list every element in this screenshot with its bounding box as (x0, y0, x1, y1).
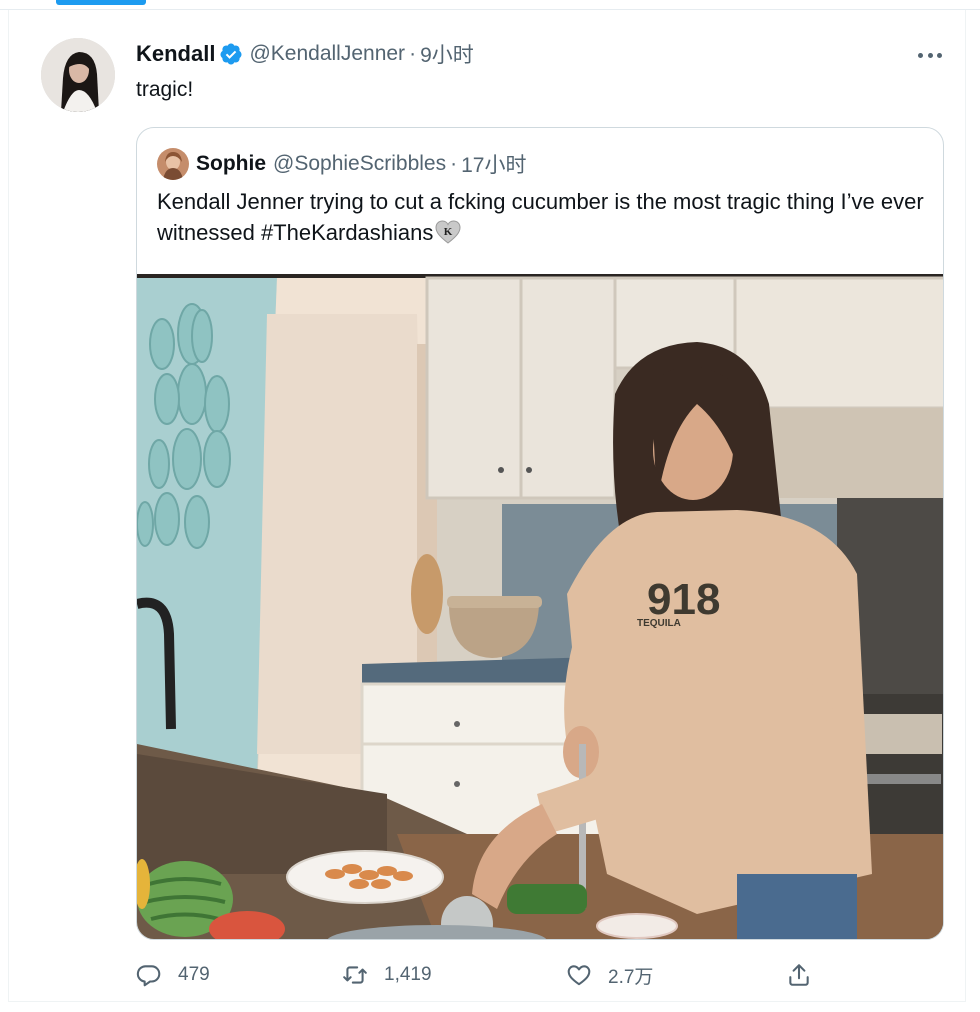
tweet-text: tragic! (136, 78, 194, 101)
quoted-tweet-timestamp: 17小时 (461, 154, 527, 177)
author-handle[interactable]: @KendallJenner (249, 42, 405, 66)
separator-dot: · (450, 152, 458, 175)
svg-text:K: K (444, 226, 453, 238)
svg-text:918: 918 (647, 575, 720, 624)
top-divider (0, 0, 980, 10)
like-button[interactable]: 2.7万 (566, 960, 653, 990)
reply-count: 479 (178, 964, 210, 985)
quoted-tweet-header: Sophie @SophieScribbles · 17小时 (157, 148, 527, 180)
tweet-header: Kendall @KendallJenner · 9小时 (136, 40, 474, 68)
more-icon[interactable] (915, 44, 945, 66)
share-icon (789, 964, 809, 986)
verified-badge-icon (220, 43, 242, 65)
quoted-tweet-photo[interactable]: 918 TEQUILA (137, 274, 943, 939)
separator-dot: · (409, 42, 417, 65)
quoted-author-handle: @SophieScribbles (273, 152, 447, 175)
quoted-tweet[interactable]: Sophie @SophieScribbles · 17小时 Kendall J… (136, 127, 944, 940)
tweet-timestamp[interactable]: 9小时 (420, 39, 474, 69)
active-tab-indicator (56, 0, 146, 5)
tweet-actions: 479 1,419 2.7万 (136, 960, 956, 990)
quoted-author-avatar (157, 148, 189, 180)
quoted-tweet-text: Kendall Jenner trying to cut a fcking cu… (157, 189, 924, 245)
quoted-author-name: Sophie (196, 152, 267, 175)
retweet-count: 1,419 (384, 964, 432, 985)
reply-icon (136, 965, 161, 987)
reply-button[interactable]: 479 (136, 960, 210, 990)
tweet[interactable]: Kendall @KendallJenner · 9小时 tragic! Sop… (8, 10, 966, 1002)
like-icon (567, 965, 591, 986)
author-avatar[interactable] (41, 38, 115, 112)
svg-text:TEQUILA: TEQUILA (637, 618, 681, 629)
heart-k-icon: K (435, 220, 461, 244)
like-count: 2.7万 (608, 966, 654, 988)
share-button[interactable] (786, 960, 828, 990)
retweet-button[interactable]: 1,419 (342, 960, 432, 990)
quoted-tweet-text-block: Kendall Jenner trying to cut a fcking cu… (157, 186, 927, 248)
author-name[interactable]: Kendall (136, 41, 215, 67)
retweet-icon (343, 966, 367, 984)
